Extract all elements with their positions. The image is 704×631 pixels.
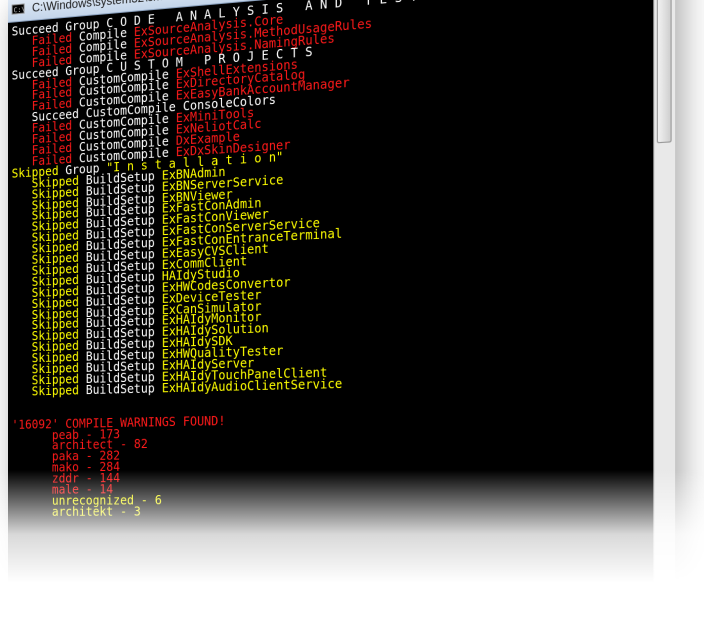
console-line: architekt - 3 [12, 504, 655, 518]
console-text-segment: BuildSetup [86, 381, 162, 397]
scroll-thumb[interactable] [657, 0, 672, 143]
console-app-icon: C:\ [12, 3, 25, 14]
screenshot-stage: C:\ C:\Windows\system32\cmd.exe – □ ✕ Su… [0, 0, 704, 631]
cmd-window: C:\ C:\Windows\system32\cmd.exe – □ ✕ Su… [8, 0, 675, 608]
console-text-segment: Skipped [12, 383, 86, 399]
console-text-segment: architekt - 3 [12, 504, 141, 519]
console-output[interactable]: Succeed Group C O D E A N A L Y S I S A … [8, 0, 655, 608]
scroll-down-arrow-icon[interactable]: ▼ [656, 589, 674, 608]
vertical-scrollbar[interactable]: ▲ ▼ [653, 0, 675, 608]
